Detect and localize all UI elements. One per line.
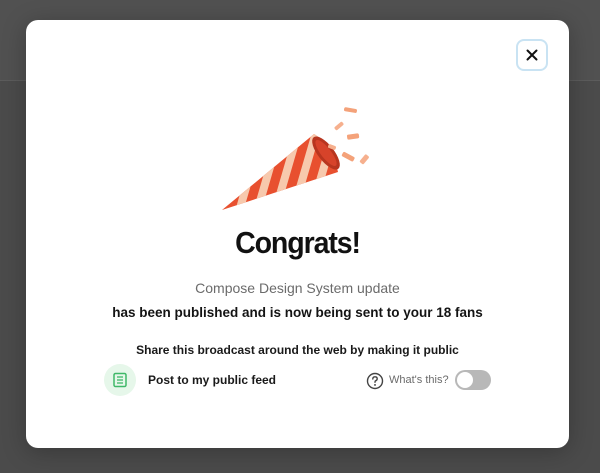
help-icon[interactable] bbox=[366, 372, 384, 390]
published-message: has been published and is now being sent… bbox=[112, 305, 483, 320]
congrats-modal: Congrats! Compose Design System update h… bbox=[26, 20, 569, 448]
close-button[interactable] bbox=[516, 39, 548, 71]
modal-title: Congrats! bbox=[235, 225, 361, 260]
public-feed-toggle[interactable] bbox=[455, 370, 491, 390]
share-prompt: Share this broadcast around the web by m… bbox=[136, 343, 459, 357]
whats-this-link[interactable]: What's this? bbox=[389, 374, 449, 386]
feed-icon-badge bbox=[104, 364, 136, 396]
party-popper-icon bbox=[222, 107, 369, 210]
document-list-icon bbox=[113, 372, 127, 388]
public-feed-row: Post to my public feed What's this? bbox=[104, 364, 494, 398]
toggle-knob bbox=[457, 372, 473, 388]
public-feed-label: Post to my public feed bbox=[148, 373, 277, 387]
broadcast-name: Compose Design System update bbox=[195, 280, 400, 296]
close-icon bbox=[526, 49, 538, 61]
